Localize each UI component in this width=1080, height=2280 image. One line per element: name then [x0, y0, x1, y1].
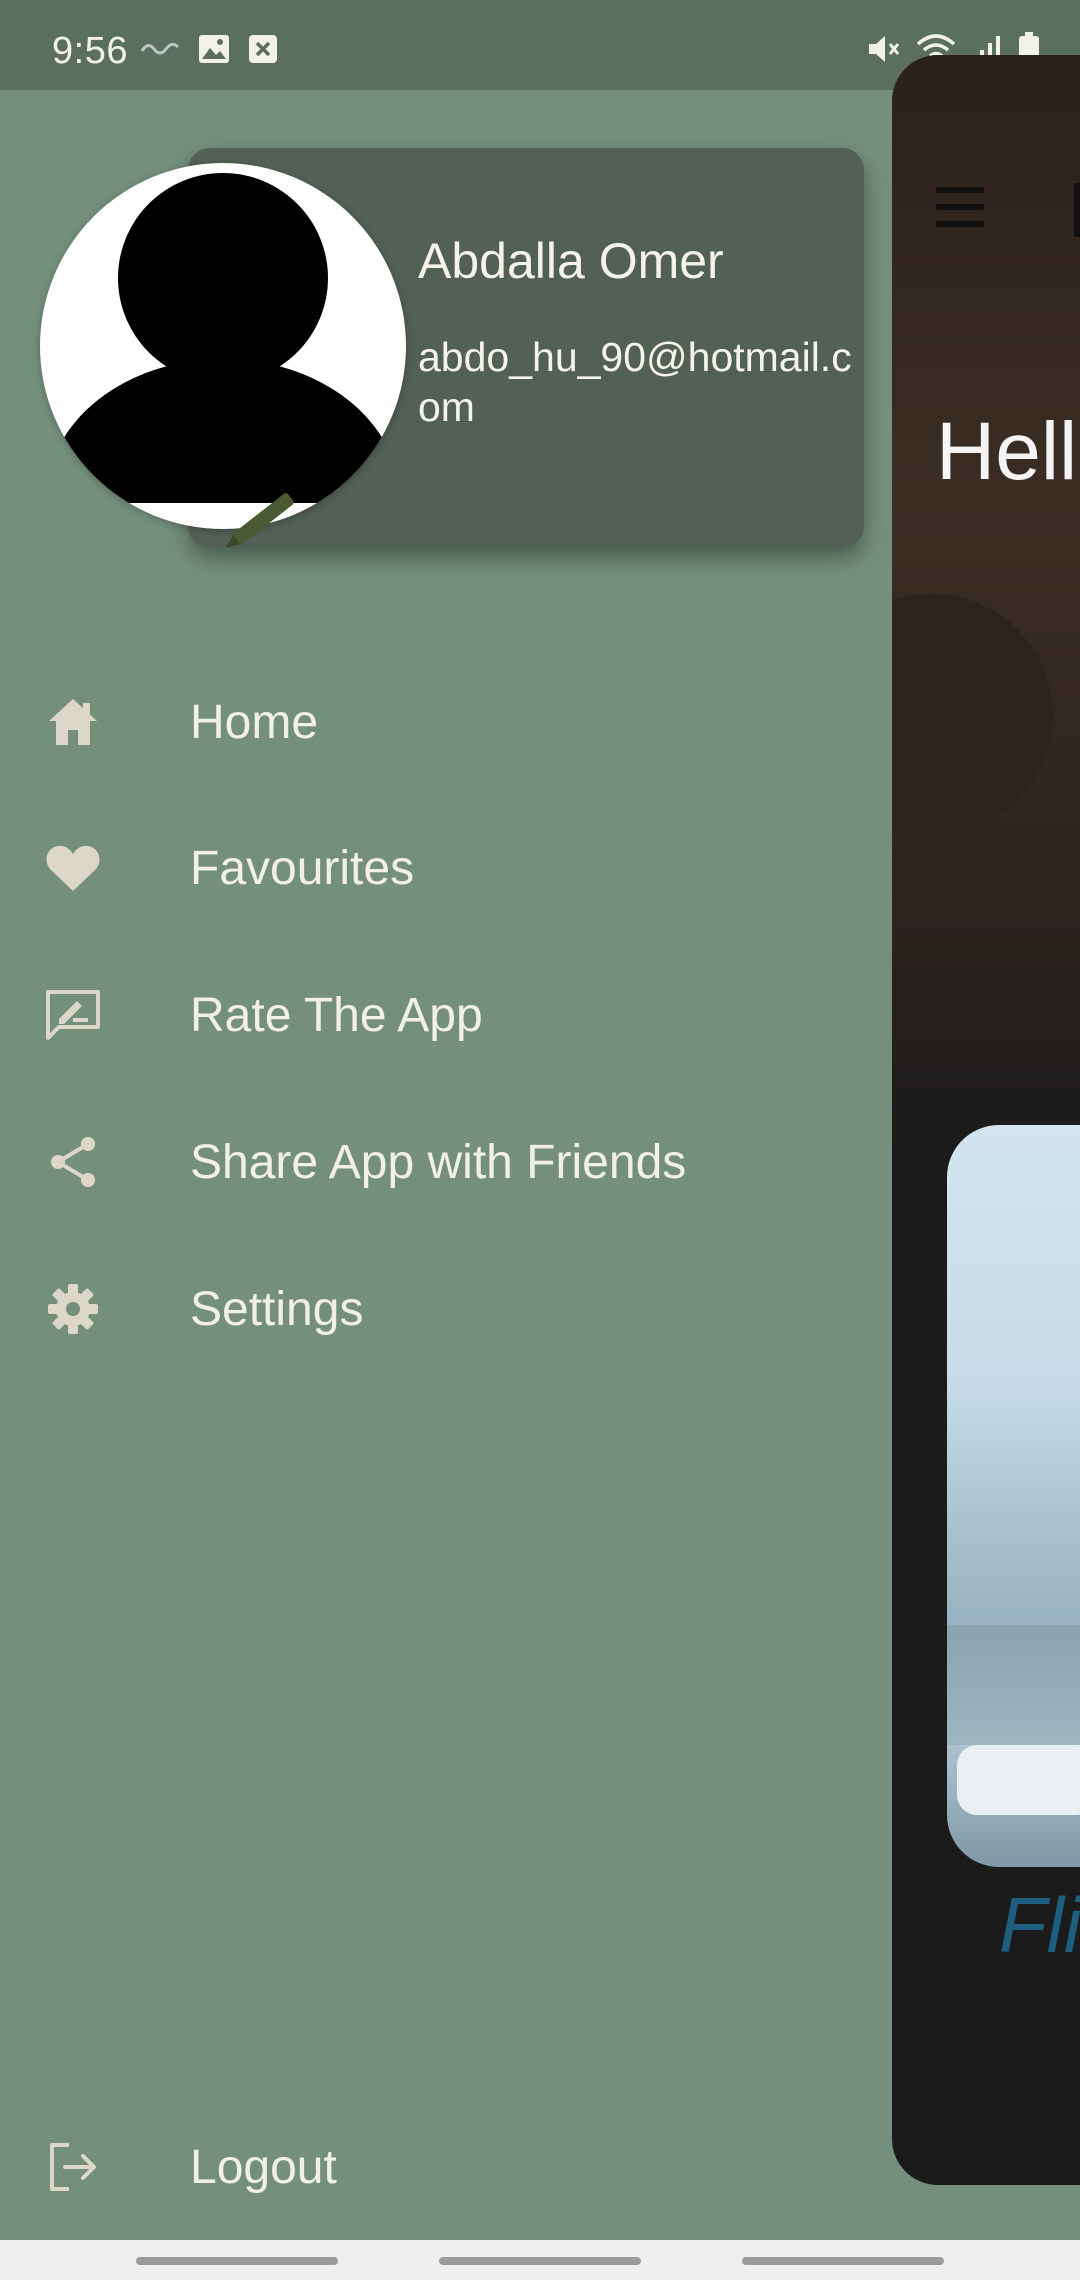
status-time: 9:56 — [52, 30, 128, 72]
menu-item-rate-the-app[interactable]: Rate The App — [0, 955, 892, 1075]
wavy-line-icon — [140, 42, 180, 55]
avatar[interactable] — [40, 163, 406, 529]
header-title-fragment — [1074, 183, 1080, 237]
menu-item-share-app[interactable]: Share App with Friends — [0, 1102, 892, 1222]
menu-label-share-app: Share App with Friends — [190, 1135, 687, 1189]
share-icon — [44, 1133, 102, 1191]
rate-app-icon — [44, 986, 102, 1044]
profile-email: abdo_hu_90@hotmail.com — [418, 334, 852, 430]
nav-recents-handle[interactable] — [136, 2257, 338, 2265]
menu-label-logout: Logout — [190, 2140, 337, 2194]
hamburger-menu-icon[interactable] — [936, 187, 984, 227]
home-icon — [44, 693, 102, 751]
menu-item-favourites[interactable]: Favourites — [0, 808, 892, 928]
system-nav-bar — [0, 2240, 1080, 2280]
card-title: Fli — [999, 1881, 1080, 1969]
header-background-image — [892, 55, 1080, 1155]
photo-plane — [957, 1745, 1080, 1815]
menu-label-rate-the-app: Rate The App — [190, 988, 483, 1042]
greeting-text: Hell — [936, 406, 1078, 497]
heart-icon — [44, 839, 102, 897]
nav-home-handle[interactable] — [439, 2257, 641, 2265]
menu-label-favourites: Favourites — [190, 841, 415, 895]
flight-photo-card[interactable] — [947, 1125, 1080, 1867]
nav-back-handle[interactable] — [742, 2257, 944, 2265]
avatar-head — [118, 173, 328, 383]
menu-item-logout[interactable]: Logout — [0, 2107, 892, 2227]
logout-icon — [44, 2138, 102, 2196]
menu-item-settings[interactable]: Settings — [0, 1249, 892, 1369]
photo-water — [947, 1625, 1080, 1745]
profile-name: Abdalla Omer — [418, 233, 724, 289]
gear-icon — [44, 1280, 102, 1338]
image-icon — [199, 35, 229, 63]
close-box-icon — [249, 35, 277, 63]
main-content-peek[interactable]: Hell Fli — [892, 55, 1080, 2185]
avatar-base — [100, 503, 346, 529]
menu-item-home[interactable]: Home — [0, 662, 892, 782]
menu-label-home: Home — [190, 695, 319, 749]
menu-label-settings: Settings — [190, 1282, 364, 1336]
